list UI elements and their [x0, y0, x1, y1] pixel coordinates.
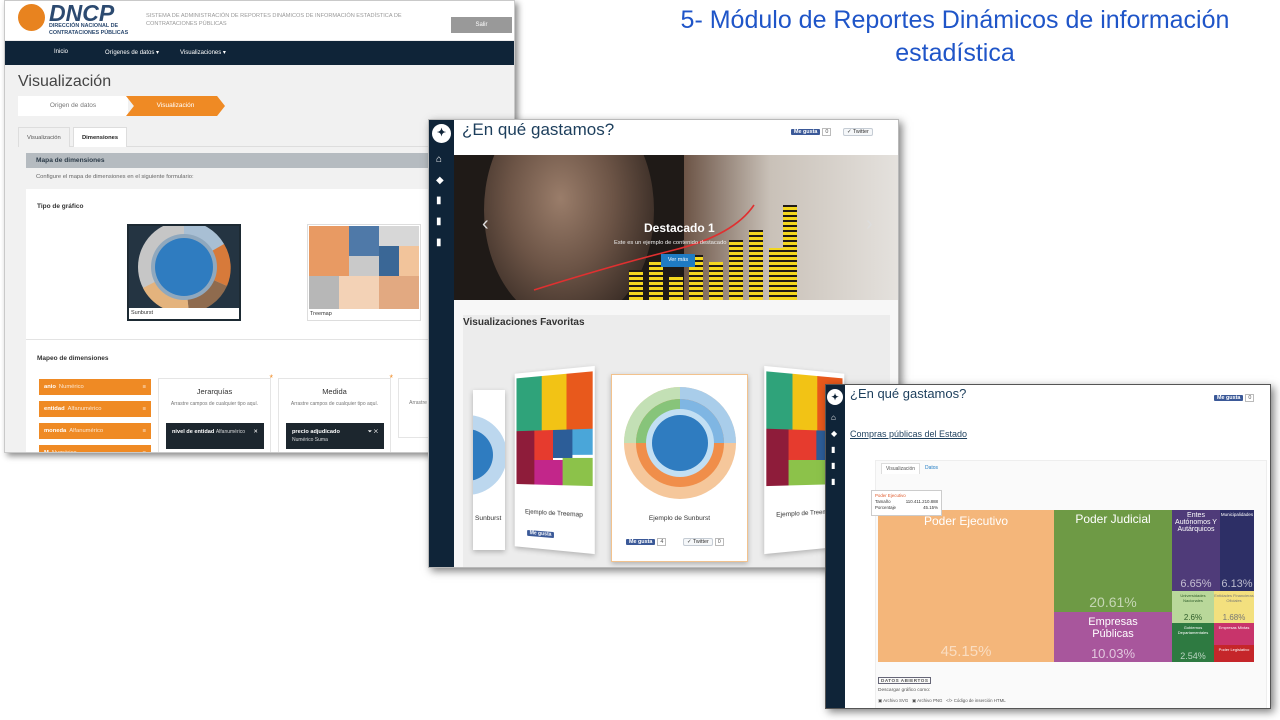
main-nav: Inicio Orígenes de datos ▾ Visualizacion…	[5, 41, 514, 65]
hero-subtitle: Este es un ejemplo de contenido destacad…	[614, 240, 727, 246]
download-png-link[interactable]: ▣ Archivo PNG	[912, 698, 943, 703]
treemap-thumb-chart	[309, 226, 419, 309]
home-icon[interactable]: ⌂	[436, 155, 442, 165]
page-title: ¿En qué gastamos?	[462, 120, 615, 139]
menu-icon: ≡	[142, 428, 146, 434]
medida-dropzone[interactable]: * Medida Arrastre campos de cualquier ti…	[278, 373, 393, 452]
menu-icon: ≡	[142, 406, 146, 412]
menu-icon: ≡	[142, 450, 146, 453]
carousel-next-icon[interactable]: ›	[866, 213, 873, 236]
close-icon: ✕	[253, 429, 258, 435]
sunburst-caption: Sunburst	[129, 308, 239, 319]
nav-inicio[interactable]: Inicio	[54, 49, 68, 55]
pill-precio-adjudicado[interactable]: precio adjudicado Numérico Suma ⏷ ✕	[286, 423, 384, 449]
twitter-button[interactable]: ✓ Twitter	[843, 128, 873, 136]
dncp-header: DNCP DIRECCIÓN NACIONAL DE CONTRATACIONE…	[5, 1, 514, 41]
dncp-logo-icon	[18, 4, 45, 31]
tab-datos[interactable]: Datos	[921, 463, 942, 473]
step-visualizacion[interactable]: Visualización	[126, 96, 225, 116]
document-icon[interactable]: ▮	[831, 445, 835, 455]
card-caption: Ejemplo de Sunburst	[648, 515, 711, 522]
sidebar: ✦ ⌂ ◆ ▮ ▮ ▮	[429, 120, 454, 567]
treemap-cell[interactable]: Empresas Públicas 10.03%	[1054, 612, 1172, 662]
report-link[interactable]: Compras públicas del Estado	[850, 429, 967, 439]
dim-moneda[interactable]: moneda Alfanumérico ≡	[39, 423, 151, 439]
step-origen[interactable]: Origen de datos	[18, 96, 128, 116]
hero-carousel: Destacado 1 Este es un ejemplo de conten…	[454, 155, 898, 300]
hero-title: Destacado 1	[644, 221, 715, 235]
compras-window: ✦ ⌂ ◆ ▮ ▮ ▮ ¿En qué gastamos? Me gusta 0 …	[825, 384, 1271, 709]
filter-close-icon: ⏷ ✕	[367, 429, 378, 435]
home-icon[interactable]: ⌂	[831, 413, 836, 423]
tipo-grafico-label: Tipo de gráfico	[37, 203, 84, 210]
tab-dimensiones[interactable]: Dimensiones	[73, 127, 128, 147]
facebook-like-button[interactable]: Me gusta	[626, 539, 656, 545]
treemap-caption: Treemap	[308, 309, 420, 320]
carousel-card-edge[interactable]: Sunburst	[473, 390, 505, 550]
facebook-like-button[interactable]: Me gusta	[1214, 395, 1244, 401]
mapeo-label: Mapeo de dimensiones	[37, 355, 109, 362]
page-title: Visualización	[18, 73, 112, 90]
treemap-cell[interactable]: Municipalidades 6.13%	[1220, 510, 1254, 591]
pill-nivel-entidad[interactable]: nivel de entidad Alfanumérico ✕	[166, 423, 264, 449]
treemap-cell[interactable]: Entidades Financieras Oficiales 1.68%	[1214, 591, 1254, 623]
download-svg-link[interactable]: ▣ Archivo SVG	[878, 698, 908, 703]
menu-icon: ≡	[142, 384, 146, 390]
document-icon[interactable]: ▮	[436, 238, 442, 248]
download-label: Descargar gráfico como:	[878, 688, 931, 693]
twitter-button[interactable]: ✓ Twitter	[683, 538, 713, 546]
nav-visualizaciones[interactable]: Visualizaciones ▾	[180, 49, 226, 56]
embed-html-link[interactable]: </> Código de inserción HTML	[946, 698, 1006, 703]
tag-icon[interactable]: ◆	[436, 176, 444, 186]
tab-visualizacion[interactable]: Visualización	[18, 127, 70, 147]
sunburst-thumb[interactable]: Sunburst	[127, 224, 241, 321]
treemap-thumb[interactable]: Treemap	[307, 224, 421, 321]
carousel-prev-icon[interactable]: ‹	[482, 213, 489, 236]
dim-m[interactable]: M Numérico ≡	[39, 445, 151, 453]
card-treemap-1[interactable]: Ejemplo de Treemap Me gusta	[514, 365, 595, 555]
datos-abiertos-logo: DATOS ABIERTOS	[878, 677, 932, 684]
card-sunburst[interactable]: Ejemplo de Sunburst Me gusta 4 ✓ Twitter 0	[611, 374, 748, 562]
sunburst-chart	[624, 387, 736, 499]
facebook-like-button[interactable]: Me gusta	[791, 129, 821, 135]
slide-title: 5- Módulo de Reportes Dinámicos de infor…	[680, 6, 1230, 67]
treemap-tooltip: Poder Ejecutivo Tamaño 110.411.210.888 P…	[871, 490, 942, 516]
jerarquias-dropzone[interactable]: * Jerarquías Arrastre campos de cualquie…	[158, 373, 273, 452]
treemap-cell[interactable]: Poder Legislativo	[1214, 645, 1254, 662]
document-icon[interactable]: ▮	[831, 461, 835, 471]
document-icon[interactable]: ▮	[831, 477, 835, 487]
system-name: SISTEMA DE ADMINISTRACIÓN DE REPORTES DI…	[146, 13, 402, 27]
dim-anio[interactable]: anio Numérico ≡	[39, 379, 151, 395]
sunburst-thumb-chart	[138, 226, 231, 308]
site-logo-icon: ✦	[827, 389, 843, 405]
document-icon[interactable]: ▮	[436, 217, 442, 227]
tab-visualizacion[interactable]: Visualización	[881, 463, 921, 474]
configure-text: Configure el mapa de dimensiones en el s…	[36, 174, 194, 180]
site-logo-icon: ✦	[432, 124, 451, 143]
logout-button[interactable]: Salir	[451, 17, 512, 33]
treemap-cell[interactable]: Gobiernos Departamentales 2.54%	[1172, 623, 1214, 662]
tag-icon[interactable]: ◆	[831, 429, 837, 439]
dncp-logo-subtitle: DIRECCIÓN NACIONAL DE CONTRATACIONES PÚB…	[49, 23, 129, 36]
treemap-cell[interactable]: Poder Judicial 20.61%	[1054, 510, 1172, 612]
treemap-cell[interactable]: Empresas Mixtas	[1214, 623, 1254, 645]
sidebar: ✦ ⌂ ◆ ▮ ▮ ▮	[826, 385, 845, 708]
favorites-title: Visualizaciones Favoritas	[463, 317, 585, 328]
document-icon[interactable]: ▮	[436, 196, 442, 206]
ver-mas-button[interactable]: Ver más	[661, 254, 695, 267]
treemap-cell[interactable]: Universidades Nacionales 2.6%	[1172, 591, 1214, 623]
nav-origenes[interactable]: Orígenes de datos ▾	[105, 49, 159, 56]
page-title: ¿En qué gastamos?	[850, 386, 967, 401]
dim-entidad[interactable]: entidad Alfanumérico ≡	[39, 401, 151, 417]
treemap-cell[interactable]: Poder Ejecutivo 45.15%	[878, 510, 1054, 662]
treemap-cell[interactable]: Entes Autónomos Y Autárquicos 6.65%	[1172, 510, 1220, 591]
treemap-chart: Poder Ejecutivo 45.15% Poder Judicial 20.6…	[878, 510, 1254, 662]
